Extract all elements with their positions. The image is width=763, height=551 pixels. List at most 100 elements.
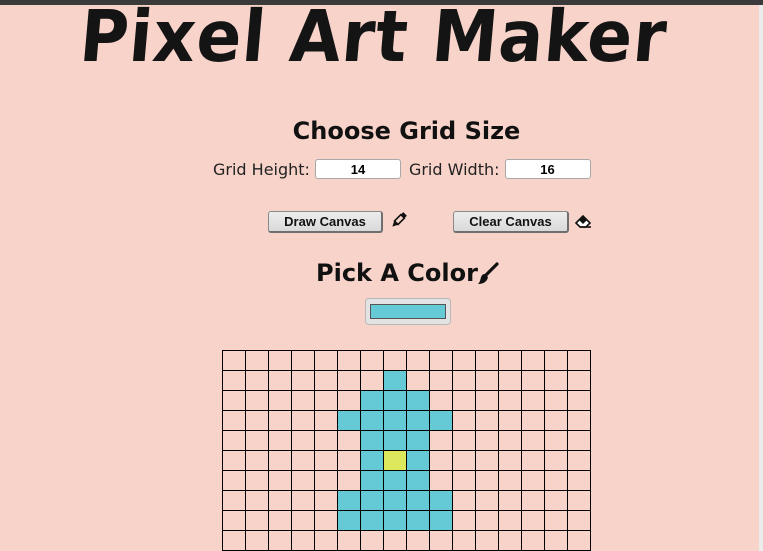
grid-cell[interactable] — [521, 530, 545, 551]
grid-cell[interactable] — [429, 390, 453, 411]
grid-cell[interactable] — [475, 470, 499, 491]
grid-cell[interactable] — [452, 370, 476, 391]
grid-cell[interactable] — [544, 530, 568, 551]
grid-cell[interactable] — [452, 490, 476, 511]
grid-cell[interactable] — [337, 350, 361, 371]
grid-cell[interactable] — [544, 490, 568, 511]
grid-cell[interactable] — [360, 530, 384, 551]
grid-cell[interactable] — [429, 510, 453, 531]
grid-cell[interactable] — [521, 410, 545, 431]
grid-cell[interactable] — [406, 370, 430, 391]
grid-cell[interactable] — [452, 410, 476, 431]
grid-cell[interactable] — [498, 350, 522, 371]
grid-cell[interactable] — [222, 510, 246, 531]
grid-cell[interactable] — [291, 370, 315, 391]
grid-cell[interactable] — [567, 370, 591, 391]
grid-cell[interactable] — [222, 410, 246, 431]
grid-cell[interactable] — [475, 450, 499, 471]
grid-cell[interactable] — [268, 410, 292, 431]
grid-cell[interactable] — [314, 410, 338, 431]
grid-cell[interactable] — [406, 350, 430, 371]
grid-cell[interactable] — [521, 510, 545, 531]
grid-cell[interactable] — [360, 430, 384, 451]
grid-cell[interactable] — [406, 390, 430, 411]
grid-cell[interactable] — [429, 450, 453, 471]
grid-cell[interactable] — [245, 350, 269, 371]
grid-cell[interactable] — [475, 390, 499, 411]
grid-cell[interactable] — [314, 470, 338, 491]
grid-cell[interactable] — [429, 350, 453, 371]
grid-cell[interactable] — [268, 430, 292, 451]
grid-cell[interactable] — [521, 450, 545, 471]
grid-cell[interactable] — [475, 490, 499, 511]
grid-cell[interactable] — [567, 350, 591, 371]
grid-cell[interactable] — [567, 410, 591, 431]
grid-cell[interactable] — [475, 510, 499, 531]
grid-cell[interactable] — [268, 510, 292, 531]
grid-cell[interactable] — [337, 490, 361, 511]
grid-cell[interactable] — [406, 470, 430, 491]
grid-cell[interactable] — [383, 390, 407, 411]
grid-cell[interactable] — [222, 530, 246, 551]
grid-cell[interactable] — [245, 470, 269, 491]
grid-cell[interactable] — [314, 450, 338, 471]
grid-cell[interactable] — [498, 410, 522, 431]
grid-cell[interactable] — [567, 490, 591, 511]
grid-cell[interactable] — [544, 450, 568, 471]
grid-cell[interactable] — [291, 510, 315, 531]
grid-cell[interactable] — [406, 450, 430, 471]
grid-cell[interactable] — [360, 470, 384, 491]
grid-cell[interactable] — [383, 450, 407, 471]
clear-canvas-button[interactable]: Clear Canvas — [453, 211, 569, 233]
grid-cell[interactable] — [360, 510, 384, 531]
grid-cell[interactable] — [222, 470, 246, 491]
grid-cell[interactable] — [475, 350, 499, 371]
grid-cell[interactable] — [245, 530, 269, 551]
grid-cell[interactable] — [544, 470, 568, 491]
grid-cell[interactable] — [429, 430, 453, 451]
grid-cell[interactable] — [452, 390, 476, 411]
grid-cell[interactable] — [429, 370, 453, 391]
grid-cell[interactable] — [291, 450, 315, 471]
grid-cell[interactable] — [406, 430, 430, 451]
grid-cell[interactable] — [268, 370, 292, 391]
grid-cell[interactable] — [429, 470, 453, 491]
grid-cell[interactable] — [406, 410, 430, 431]
grid-cell[interactable] — [383, 510, 407, 531]
grid-cell[interactable] — [383, 350, 407, 371]
grid-cell[interactable] — [314, 510, 338, 531]
grid-cell[interactable] — [452, 450, 476, 471]
grid-cell[interactable] — [337, 510, 361, 531]
grid-cell[interactable] — [544, 430, 568, 451]
grid-cell[interactable] — [291, 350, 315, 371]
grid-cell[interactable] — [544, 370, 568, 391]
grid-cell[interactable] — [360, 490, 384, 511]
grid-cell[interactable] — [406, 530, 430, 551]
grid-cell[interactable] — [452, 530, 476, 551]
grid-cell[interactable] — [245, 510, 269, 531]
grid-cell[interactable] — [567, 510, 591, 531]
grid-cell[interactable] — [314, 390, 338, 411]
grid-cell[interactable] — [475, 430, 499, 451]
grid-cell[interactable] — [337, 470, 361, 491]
grid-cell[interactable] — [245, 450, 269, 471]
grid-cell[interactable] — [291, 470, 315, 491]
grid-cell[interactable] — [314, 490, 338, 511]
grid-cell[interactable] — [544, 390, 568, 411]
grid-cell[interactable] — [337, 430, 361, 451]
grid-cell[interactable] — [544, 510, 568, 531]
grid-cell[interactable] — [498, 370, 522, 391]
grid-cell[interactable] — [245, 430, 269, 451]
grid-cell[interactable] — [429, 530, 453, 551]
grid-cell[interactable] — [383, 490, 407, 511]
draw-canvas-button[interactable]: Draw Canvas — [268, 211, 383, 233]
grid-cell[interactable] — [268, 350, 292, 371]
grid-cell[interactable] — [268, 470, 292, 491]
grid-cell[interactable] — [429, 490, 453, 511]
grid-cell[interactable] — [452, 430, 476, 451]
grid-cell[interactable] — [498, 470, 522, 491]
grid-cell[interactable] — [268, 450, 292, 471]
grid-cell[interactable] — [245, 490, 269, 511]
grid-height-input[interactable] — [314, 159, 401, 179]
grid-cell[interactable] — [337, 370, 361, 391]
